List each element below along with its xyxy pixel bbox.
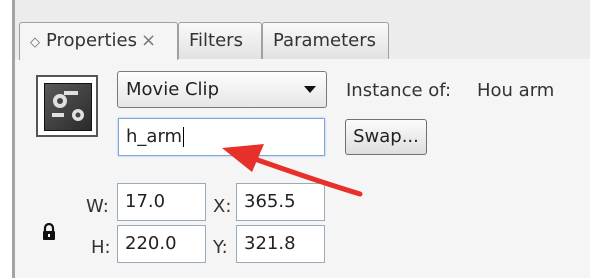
tab-filters[interactable]: Filters — [178, 22, 262, 59]
x-label: X: — [213, 196, 232, 217]
chevron-down-icon — [304, 86, 316, 93]
height-label: H: — [91, 237, 111, 258]
close-icon[interactable]: × — [141, 30, 156, 51]
panel-grip-icon: ◇ — [30, 35, 40, 50]
symbol-type-value: Movie Clip — [126, 79, 219, 100]
x-value: 365.5 — [244, 191, 296, 212]
instance-name-input[interactable]: h_arm — [118, 118, 325, 156]
width-label: W: — [86, 196, 109, 217]
width-field[interactable]: 17.0 — [117, 183, 206, 221]
width-value: 17.0 — [125, 191, 166, 212]
panel-tab-bar: ◇ Properties × Filters Parameters — [15, 0, 590, 60]
lock-icon[interactable] — [41, 223, 57, 241]
x-field[interactable]: 365.5 — [236, 183, 325, 221]
symbol-type-select[interactable]: Movie Clip — [117, 71, 327, 108]
tab-parameters[interactable]: Parameters — [262, 22, 389, 59]
instance-of-label: Instance of: — [346, 80, 452, 101]
tab-properties-label: Properties — [46, 30, 137, 51]
tab-filters-label: Filters — [189, 30, 243, 51]
tab-properties[interactable]: ◇ Properties × — [19, 22, 178, 60]
movie-clip-symbol-icon — [36, 75, 98, 137]
instance-name-value: h_arm — [126, 126, 183, 147]
y-label: Y: — [213, 237, 228, 258]
height-value: 220.0 — [125, 233, 177, 254]
instance-of-name: Hou arm — [477, 80, 555, 101]
height-field[interactable]: 220.0 — [117, 225, 206, 263]
y-field[interactable]: 321.8 — [236, 225, 325, 263]
text-caret — [183, 127, 185, 147]
tab-parameters-label: Parameters — [273, 30, 377, 51]
y-value: 321.8 — [244, 233, 296, 254]
swap-button[interactable]: Swap... — [345, 119, 427, 155]
